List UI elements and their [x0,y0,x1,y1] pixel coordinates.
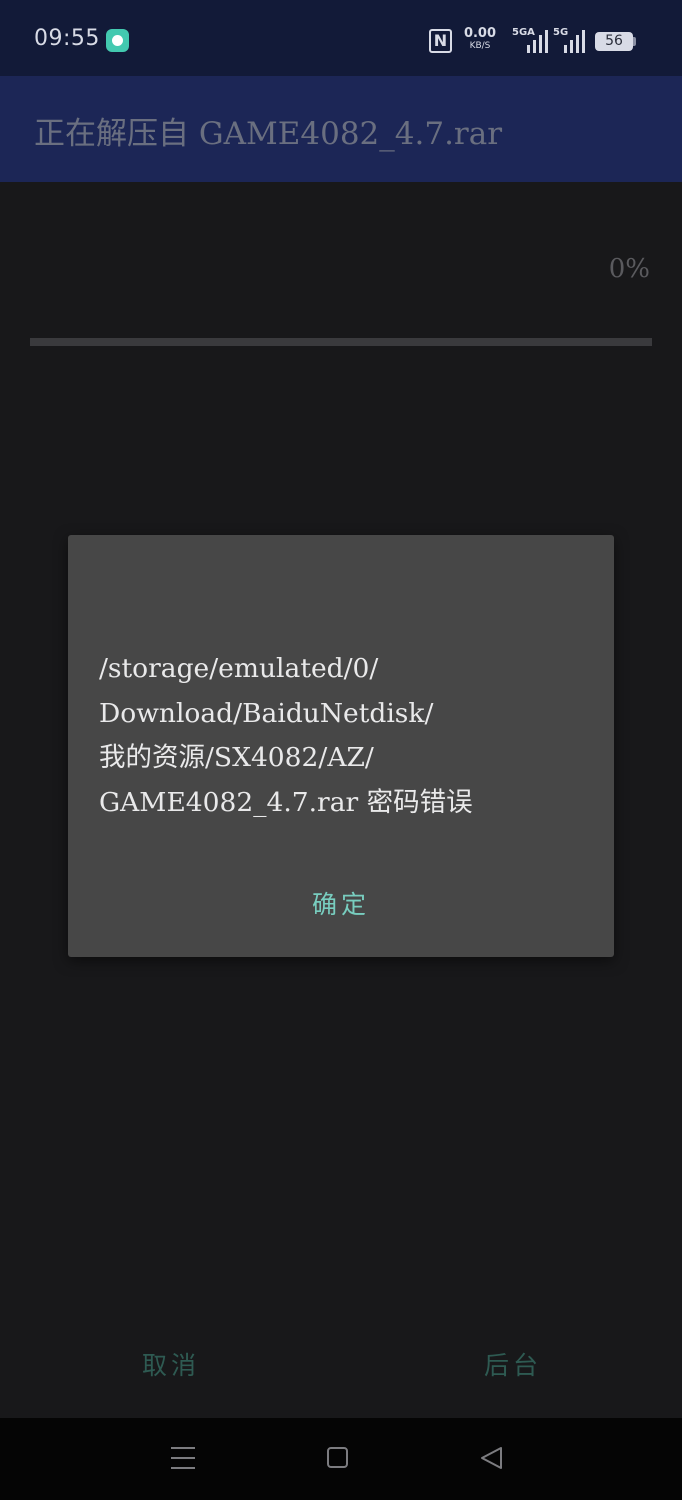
page-title: 正在解压自 GAME4082_4.7.rar [34,116,503,152]
progress-percent: 0% [608,254,650,284]
network-speed: 0.00 KB/S [462,27,498,51]
cancel-button[interactable]: 取消 [142,1346,200,1382]
status-time: 09:55 [34,26,100,51]
dialog-message: /storage/emulated/0/ Download/BaiduNetdi… [99,653,473,818]
sim1-signal-icon: 5GA [512,27,548,53]
progress-bar [30,338,652,346]
background-button[interactable]: 后台 [484,1346,542,1382]
network-speed-value: 0.00 [463,26,497,41]
network-speed-unit: KB/S [469,41,491,51]
sim2-network-label: 5G [553,27,569,38]
battery-level: 56 [605,33,623,49]
error-dialog: /storage/emulated/0/ Download/BaiduNetdi… [68,535,614,957]
ok-button[interactable]: 确定 [68,885,614,921]
sim1-network-label: 5GA [512,27,535,38]
screen: 09:55 N 0.00 KB/S 5GA 5G 56 正在解压自 GAME40… [0,0,682,1500]
menu-icon[interactable] [171,1447,195,1469]
chat-bubble-icon [106,29,129,52]
back-icon[interactable] [480,1446,504,1470]
battery-tip [633,37,636,46]
sim2-signal-icon: 5G [553,27,585,53]
home-icon[interactable] [327,1447,348,1468]
nfc-icon: N [429,29,452,53]
